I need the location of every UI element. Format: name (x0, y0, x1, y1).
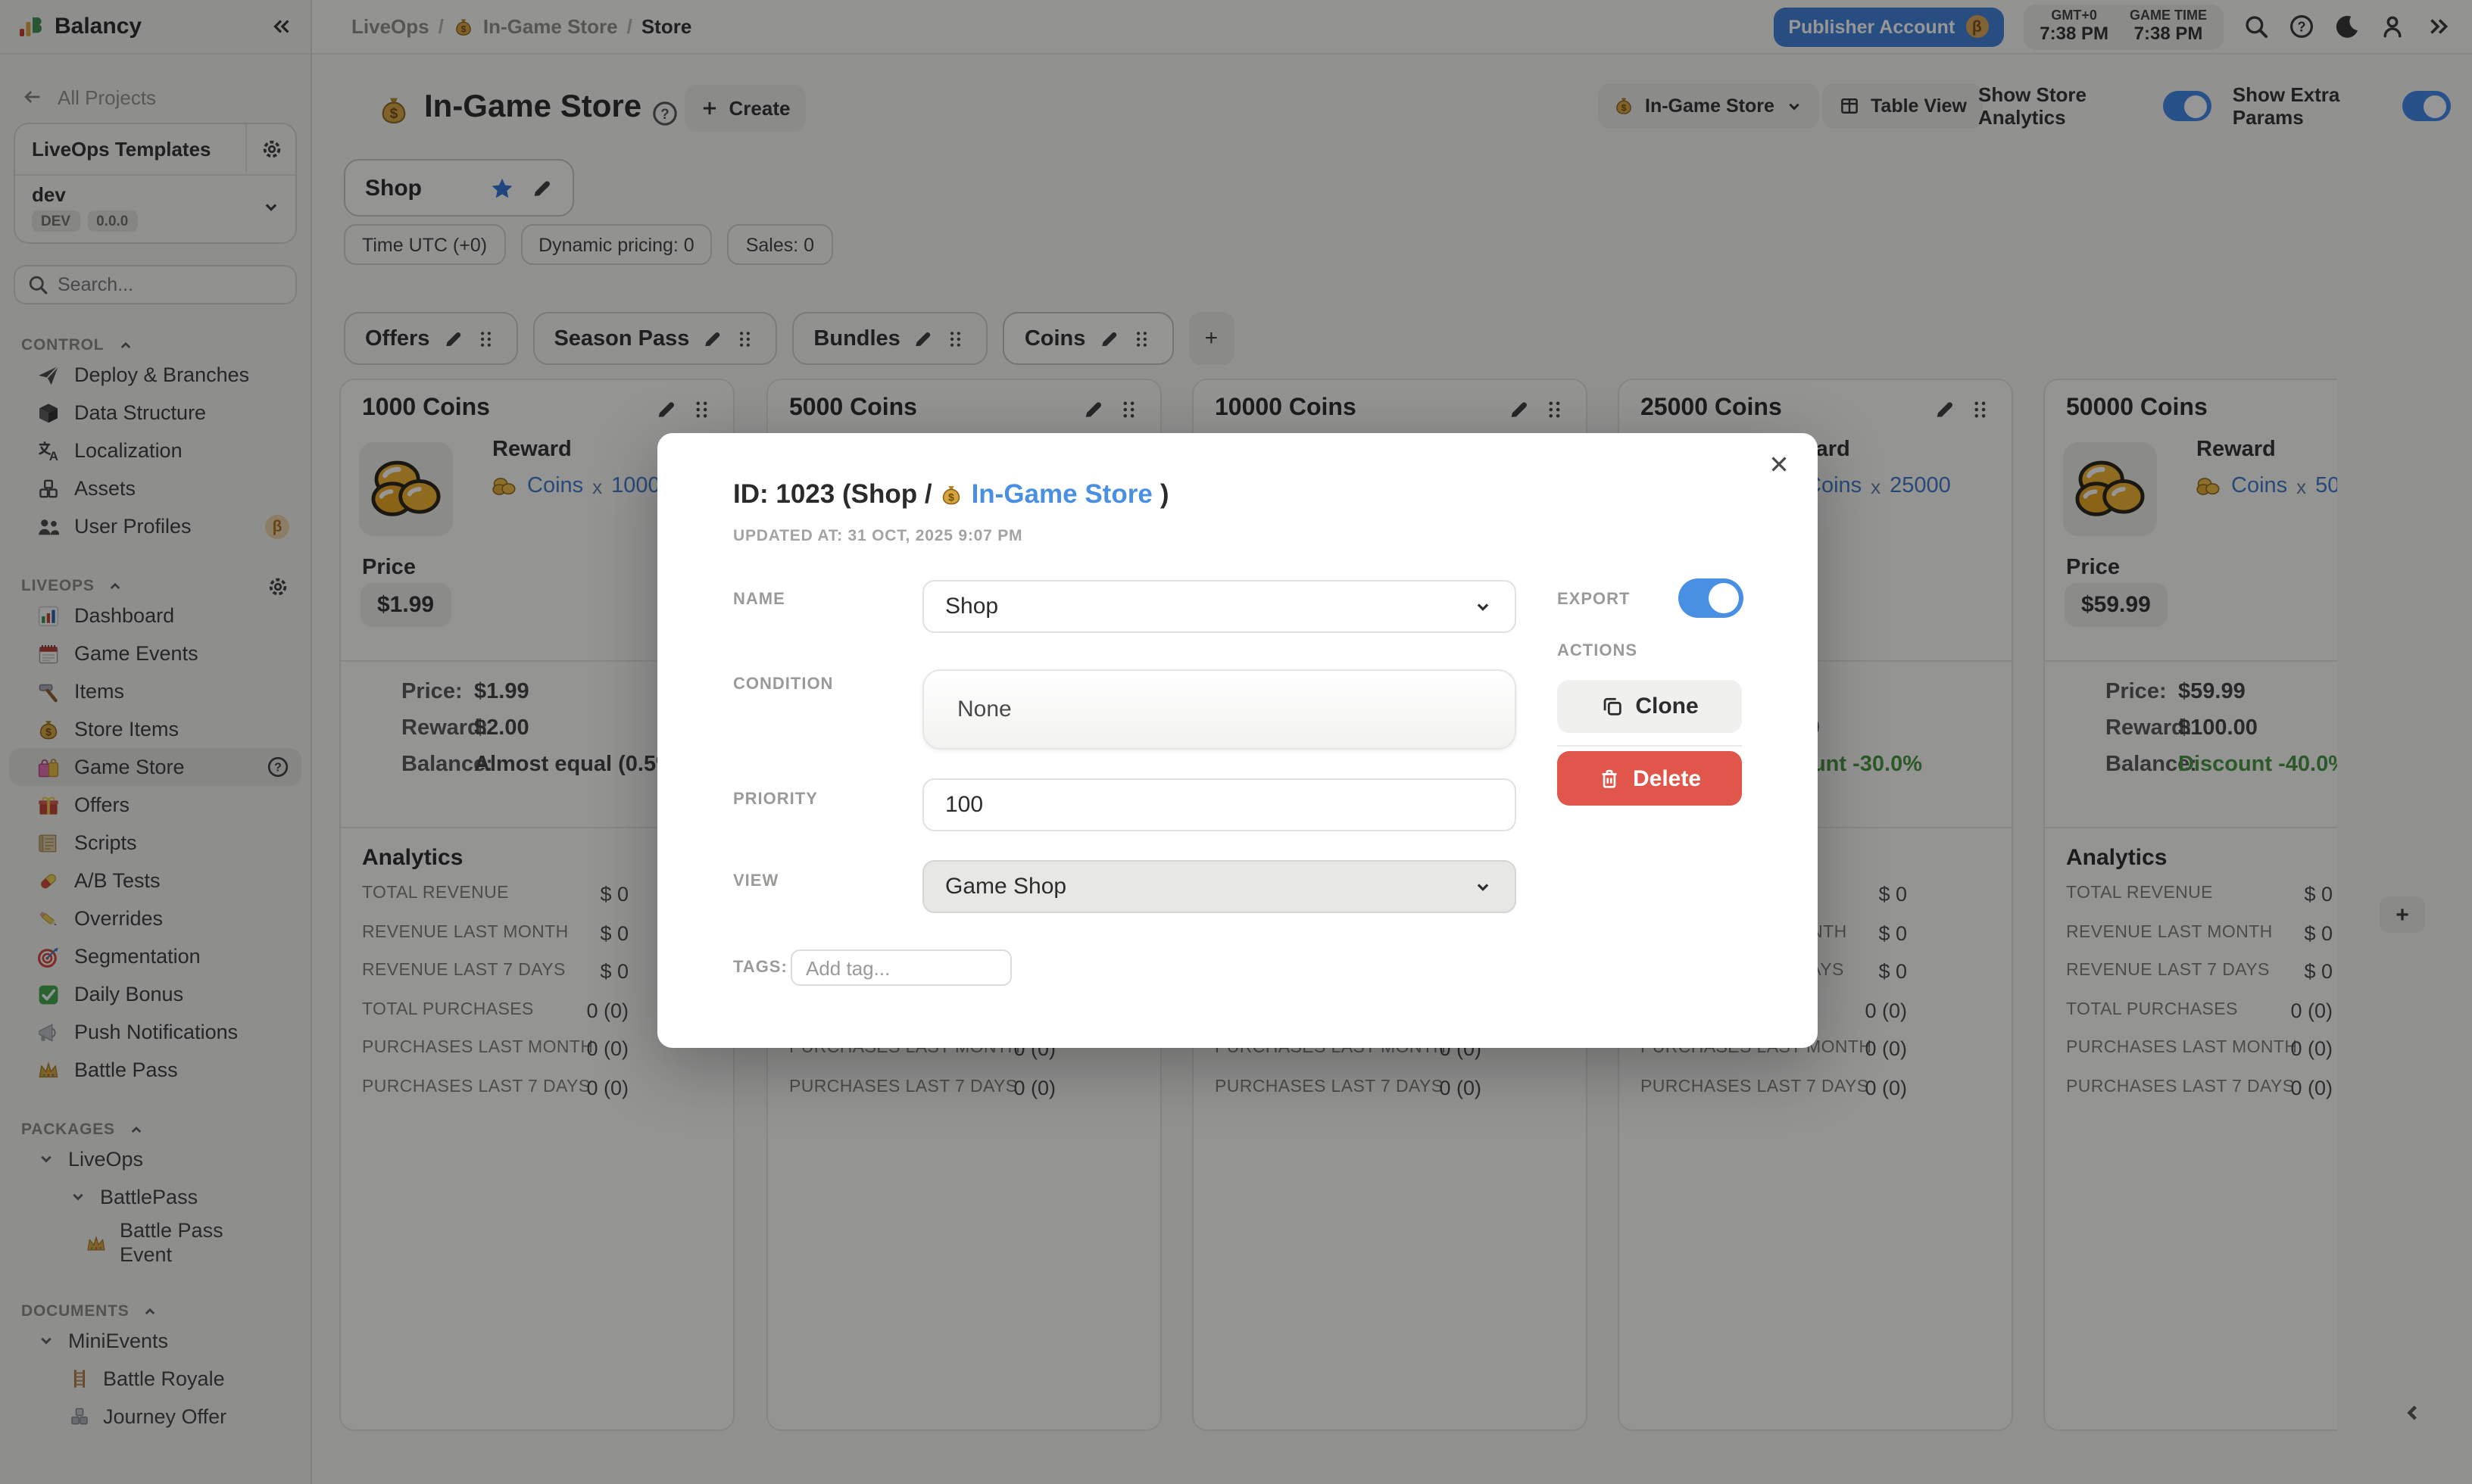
divider (1557, 745, 1742, 747)
condition-box[interactable]: None (922, 669, 1516, 750)
clone-button[interactable]: Clone (1557, 680, 1742, 733)
trash-icon (1598, 767, 1621, 790)
tags-input[interactable] (791, 949, 1012, 986)
chevron-down-icon (1472, 876, 1494, 897)
updated-at: UPDATED AT: 31 OCT, 2025 9:07 PM (733, 527, 1022, 545)
store-link[interactable]: In-Game Store (972, 479, 1153, 510)
copy-icon (1600, 695, 1623, 718)
svg-text:$: $ (949, 490, 955, 502)
priority-input[interactable] (922, 778, 1516, 831)
priority-label: PRIORITY (733, 790, 818, 809)
store-slot-modal: ID: 1023 (Shop / $ In-Game Store ) UPDAT… (657, 433, 1818, 1048)
view-label: VIEW (733, 872, 779, 890)
tags-label: TAGS: (733, 959, 788, 977)
view-select[interactable]: Game Shop (922, 860, 1516, 913)
modal-title: ID: 1023 (Shop / $ In-Game Store ) (733, 479, 1169, 510)
name-select[interactable]: Shop (922, 580, 1516, 633)
export-toggle[interactable] (1678, 578, 1743, 618)
close-icon[interactable] (1760, 445, 1796, 482)
chevron-down-icon (1472, 596, 1494, 617)
actions-label: ACTIONS (1557, 642, 1637, 660)
export-label: EXPORT (1557, 591, 1630, 609)
money-bag-icon: $ (940, 482, 964, 507)
money-bag-icon: $ (940, 482, 964, 507)
name-label: NAME (733, 591, 785, 609)
delete-button[interactable]: Delete (1557, 751, 1742, 806)
condition-label: CONDITION (733, 675, 833, 694)
app-screen: Balancy All Projects LiveOps Templates d… (0, 0, 2472, 1484)
